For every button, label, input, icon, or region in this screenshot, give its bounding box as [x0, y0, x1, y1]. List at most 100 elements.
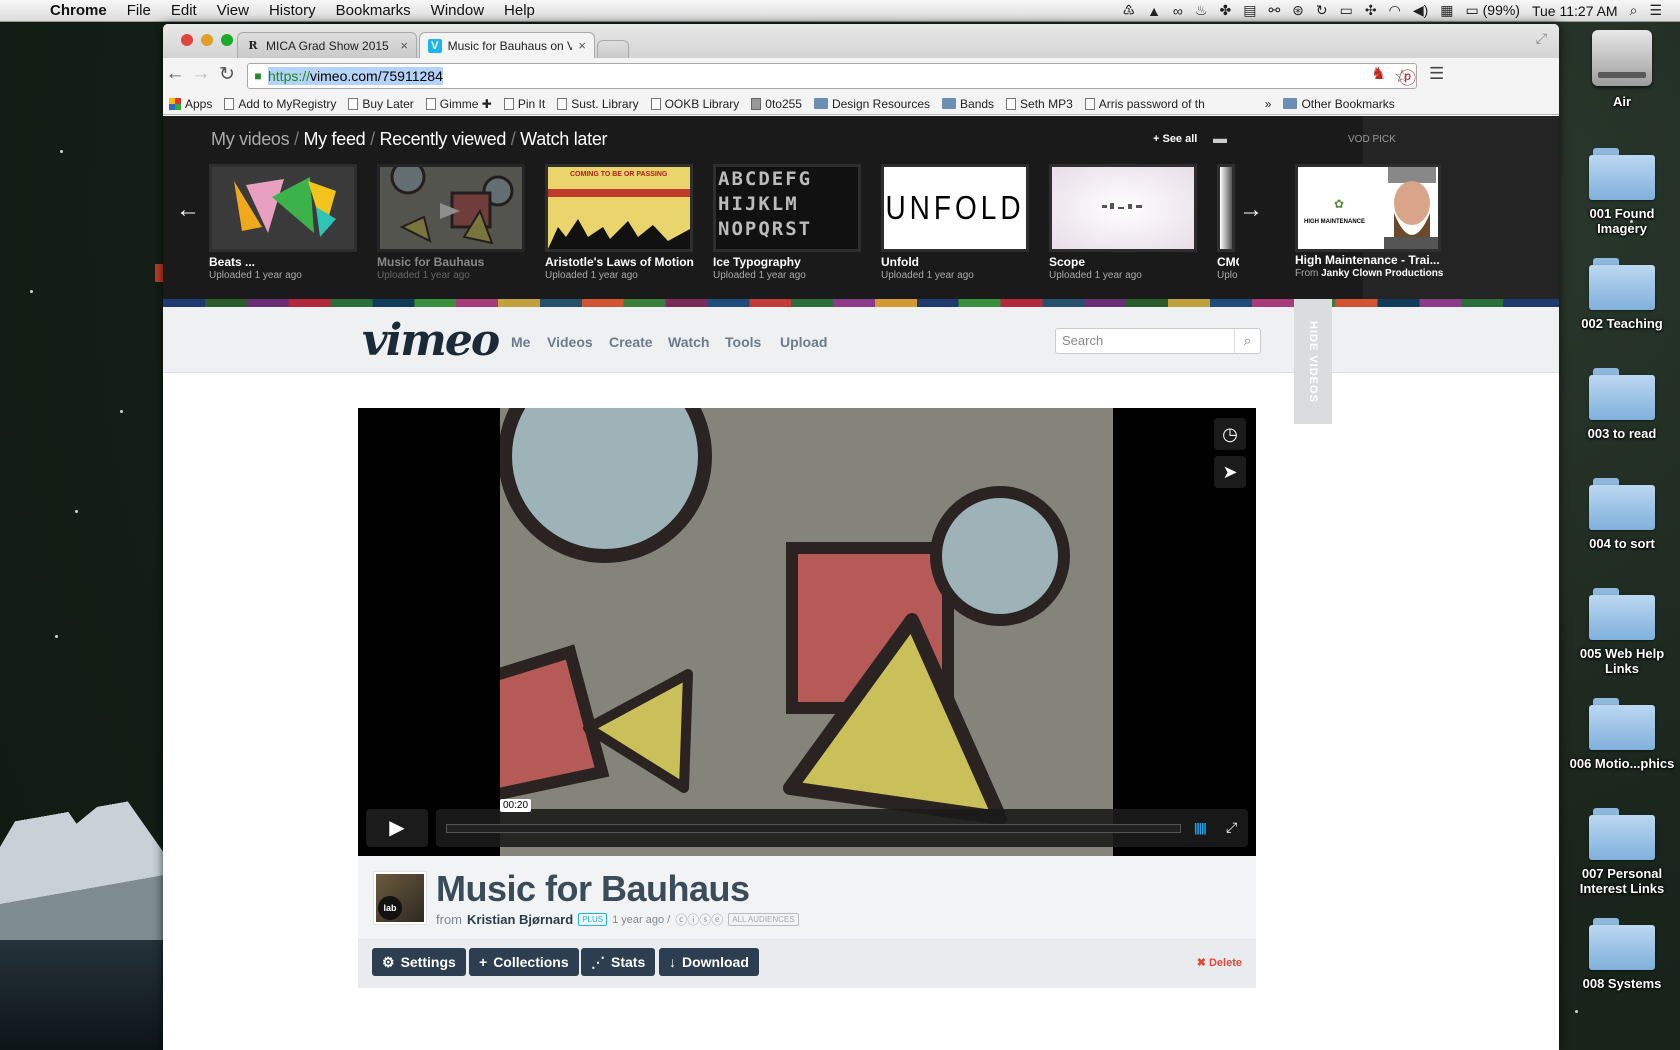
menu-view[interactable]: View: [207, 2, 259, 19]
bookmark-item[interactable]: Sust. Library: [557, 97, 639, 111]
search-input[interactable]: Search ⌕: [1055, 328, 1261, 354]
search-icon[interactable]: ⌕: [1234, 329, 1260, 353]
address-bar[interactable]: ■ https://vimeo.com/75911284 ☆: [247, 63, 1417, 89]
video-title[interactable]: Scope: [1049, 255, 1085, 269]
download-button[interactable]: ↓ Download: [659, 948, 759, 976]
video-title[interactable]: CMC: [1217, 255, 1239, 269]
creative-commons-icon[interactable]: ⓒⓘⓢⓔ: [675, 911, 723, 928]
video-title[interactable]: Unfold: [881, 255, 919, 269]
nav-videos[interactable]: Videos: [547, 334, 593, 350]
other-bookmarks[interactable]: Other Bookmarks: [1283, 97, 1395, 111]
delete-button[interactable]: ✖ Delete: [1197, 956, 1242, 969]
bookmark-item[interactable]: 0to255: [751, 97, 802, 111]
new-tab-button[interactable]: [597, 40, 629, 58]
feed-tab-my-videos[interactable]: My videos: [211, 129, 290, 149]
feed-tab-watch-later[interactable]: Watch later: [520, 129, 607, 149]
vod-title[interactable]: High Maintenance - Trai...: [1295, 253, 1440, 267]
display-icon[interactable]: ▭: [1340, 2, 1353, 19]
chrome-menu-icon[interactable]: ☰: [1429, 64, 1444, 84]
link-icon[interactable]: ⚯: [1268, 2, 1280, 19]
menu-app-name[interactable]: Chrome: [40, 2, 117, 19]
desktop-folder[interactable]: 001 Found Imagery: [1567, 148, 1677, 236]
menu-edit[interactable]: Edit: [161, 2, 207, 19]
volume-icon[interactable]: |||||: [1194, 821, 1207, 835]
author-link[interactable]: Kristian Bjørnard: [467, 912, 573, 927]
vod-thumbnail[interactable]: HIGH MAINTENANCE ✿: [1295, 164, 1441, 252]
bookmark-item[interactable]: Arris password of th: [1084, 97, 1213, 111]
progress-track[interactable]: [446, 824, 1181, 833]
search-icon[interactable]: ⌕: [1630, 2, 1638, 19]
bluetooth-icon[interactable]: ✣: [1365, 2, 1377, 19]
bookmark-folder[interactable]: Bands: [942, 97, 994, 111]
desktop-drive[interactable]: Air: [1567, 30, 1677, 109]
bookmark-item[interactable]: Add to MyRegistry: [224, 97, 336, 111]
creative-cloud-icon[interactable]: ∞: [1173, 3, 1183, 19]
video-title[interactable]: Music for Bauhaus: [377, 255, 484, 269]
tab-mica[interactable]: R MICA Grad Show 2015 ×: [237, 32, 417, 58]
bookmark-item[interactable]: Buy Later: [348, 97, 414, 111]
nav-me[interactable]: Me: [511, 334, 530, 350]
bookmark-item[interactable]: OOKB Library: [650, 97, 739, 111]
hide-videos-tab[interactable]: HIDE VIDEOS: [1294, 299, 1332, 424]
audience-badge[interactable]: ALL AUDIENCES: [728, 913, 799, 926]
close-tab-icon[interactable]: ×: [400, 38, 408, 53]
video-title[interactable]: Beats ...: [209, 255, 255, 269]
vimeo-logo[interactable]: vimeo: [362, 315, 500, 366]
bookmarks-overflow[interactable]: »: [1265, 97, 1272, 111]
video-thumbnail[interactable]: UNFOLD: [881, 164, 1029, 252]
bookmark-folder[interactable]: Design Resources: [813, 97, 930, 111]
wifi-icon[interactable]: ◠: [1389, 2, 1401, 19]
bookmark-item[interactable]: Gimme ✚: [425, 97, 492, 111]
calendar-icon[interactable]: ▦: [1440, 2, 1453, 19]
video-thumbnail[interactable]: [209, 164, 357, 252]
nav-watch[interactable]: Watch: [668, 334, 709, 350]
desktop-folder[interactable]: 007 Personal Interest Links: [1567, 808, 1677, 896]
pinterest-icon[interactable]: ⓟ: [1399, 64, 1416, 89]
menu-window[interactable]: Window: [421, 2, 494, 19]
nav-create[interactable]: Create: [609, 334, 653, 350]
accessibility-icon[interactable]: ⊛: [1292, 2, 1304, 19]
fullscreen-icon[interactable]: ⤢: [1226, 819, 1237, 836]
desktop-folder[interactable]: 002 Teaching: [1567, 258, 1677, 331]
nav-tools[interactable]: Tools: [725, 334, 761, 350]
video-player[interactable]: ◷ ➤ ▶ 00:20 ||||| ⤢: [358, 408, 1256, 856]
forward-icon[interactable]: →: [189, 63, 213, 85]
video-thumbnail[interactable]: [1217, 164, 1235, 252]
vod-producer-link[interactable]: Janky Clown Productions: [1321, 268, 1443, 279]
menu-file[interactable]: File: [117, 2, 161, 19]
feed-tab-my-feed[interactable]: My feed: [303, 129, 365, 149]
video-title[interactable]: Aristotle's Laws of Motion: [545, 255, 694, 269]
avatar[interactable]: lab: [374, 872, 426, 924]
bookmark-item[interactable]: Seth MP3: [1006, 97, 1073, 111]
volume-icon[interactable]: ◀): [1413, 2, 1428, 19]
settings-button[interactable]: ⚙ Settings: [372, 948, 466, 976]
feed-tab-recently-viewed[interactable]: Recently viewed: [379, 129, 506, 149]
collections-button[interactable]: + Collections: [469, 948, 579, 976]
minimize-window-button[interactable]: [201, 34, 213, 46]
extension-icon[interactable]: ♞: [1371, 64, 1386, 84]
menu-help[interactable]: Help: [494, 2, 545, 19]
video-thumbnail[interactable]: [377, 164, 525, 252]
bookmark-apps[interactable]: Apps: [169, 97, 212, 111]
desktop-folder[interactable]: 008 Systems: [1567, 918, 1677, 991]
video-thumbnail[interactable]: ABCDEFG HIJKLM NOPQRST: [713, 164, 861, 252]
video-thumbnail[interactable]: COMING TO BE OR PASSING: [545, 164, 693, 252]
desktop-folder[interactable]: 003 to read: [1567, 368, 1677, 441]
dropbox-icon[interactable]: ♳: [1123, 2, 1136, 19]
couch-icon[interactable]: ▬: [1213, 130, 1227, 146]
video-thumbnail[interactable]: [1049, 164, 1197, 252]
list-icon[interactable]: ☰: [1649, 2, 1662, 19]
scroll-left-arrow-icon[interactable]: ←: [176, 196, 200, 224]
tab-vimeo[interactable]: V Music for Bauhaus on Vime ×: [419, 32, 595, 58]
battery-status[interactable]: ▭ (99%): [1466, 2, 1520, 19]
plus-badge[interactable]: PLUS: [578, 913, 608, 926]
notes-icon[interactable]: ▤: [1243, 2, 1256, 19]
bookmark-item[interactable]: Pin It: [503, 97, 545, 111]
back-icon[interactable]: ←: [163, 63, 187, 85]
paw-icon[interactable]: ✤: [1219, 2, 1231, 19]
desktop-folder[interactable]: 006 Motio...phics: [1567, 698, 1677, 771]
drive-icon[interactable]: ▲: [1147, 3, 1161, 19]
stats-button[interactable]: ⋰ Stats: [581, 948, 656, 976]
share-send-icon[interactable]: ➤: [1214, 456, 1246, 488]
sync-icon[interactable]: ↻: [1316, 2, 1328, 19]
